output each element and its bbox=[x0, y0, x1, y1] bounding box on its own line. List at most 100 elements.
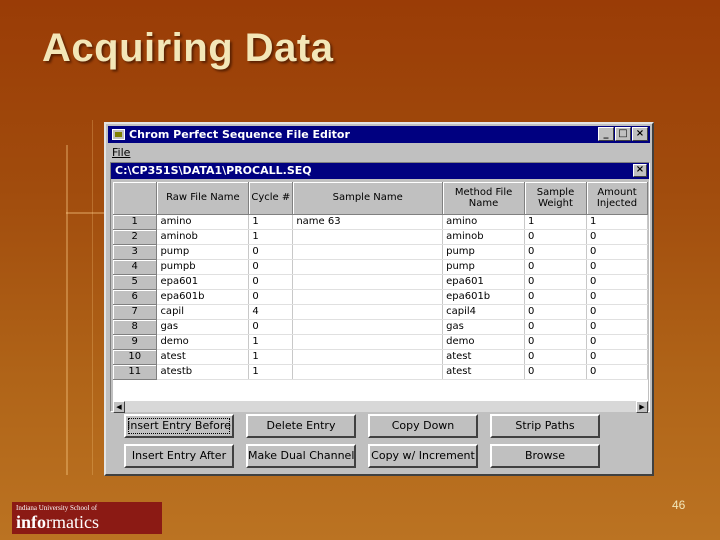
table-row[interactable]: 7 capil 4 capil4 0 0 bbox=[113, 304, 648, 320]
grid-cell[interactable]: 0 bbox=[248, 319, 294, 335]
child-close-button[interactable]: × bbox=[633, 164, 647, 177]
row-number-cell[interactable]: 5 bbox=[113, 274, 158, 290]
grid-cell[interactable]: amino bbox=[156, 214, 250, 230]
grid-cell[interactable] bbox=[292, 229, 444, 245]
row-number-cell[interactable]: 1 bbox=[113, 214, 158, 230]
column-header[interactable]: Sample Name bbox=[292, 182, 444, 215]
insert-entry-after-button[interactable]: Insert Entry After bbox=[124, 444, 234, 468]
grid-cell[interactable]: 0 bbox=[524, 334, 587, 350]
delete-entry-button[interactable]: Delete Entry bbox=[246, 414, 356, 438]
grid-cell[interactable]: atest bbox=[442, 364, 526, 380]
table-row[interactable]: 8 gas 0 gas 0 0 bbox=[113, 319, 648, 335]
close-button[interactable]: × bbox=[632, 127, 648, 141]
grid-cell[interactable]: 0 bbox=[586, 334, 648, 350]
grid-cell[interactable]: epa601b bbox=[156, 289, 250, 305]
grid-cell[interactable]: 0 bbox=[586, 319, 648, 335]
grid-cell[interactable]: 0 bbox=[524, 364, 587, 380]
row-number-cell[interactable]: 11 bbox=[113, 364, 158, 380]
grid-cell[interactable]: 0 bbox=[586, 349, 648, 365]
grid-cell[interactable]: 0 bbox=[586, 229, 648, 245]
grid-cell[interactable]: 0 bbox=[524, 319, 587, 335]
grid-cell[interactable]: 0 bbox=[524, 244, 587, 260]
grid-cell[interactable]: 1 bbox=[524, 214, 587, 230]
grid-cell[interactable]: 0 bbox=[248, 244, 294, 260]
grid-cell[interactable]: 0 bbox=[524, 259, 587, 275]
app-icon[interactable] bbox=[112, 129, 125, 140]
grid-cell[interactable]: 0 bbox=[524, 304, 587, 320]
grid-cell[interactable]: atest bbox=[442, 349, 526, 365]
grid-cell[interactable]: 1 bbox=[248, 349, 294, 365]
grid-corner-header[interactable] bbox=[113, 182, 158, 215]
table-row[interactable]: 9 demo 1 demo 0 0 bbox=[113, 334, 648, 350]
grid-cell[interactable]: 0 bbox=[586, 274, 648, 290]
grid-cell[interactable]: demo bbox=[156, 334, 250, 350]
row-number-cell[interactable]: 6 bbox=[113, 289, 158, 305]
grid-cell[interactable]: 0 bbox=[586, 289, 648, 305]
grid-cell[interactable]: pump bbox=[442, 244, 526, 260]
table-row[interactable]: 4 pumpb 0 pump 0 0 bbox=[113, 259, 648, 275]
grid-cell[interactable]: gas bbox=[442, 319, 526, 335]
maximize-button[interactable]: □ bbox=[615, 127, 631, 141]
menu-file[interactable]: File bbox=[112, 146, 130, 159]
grid-cell[interactable]: epa601 bbox=[442, 274, 526, 290]
grid-cell[interactable] bbox=[292, 304, 444, 320]
grid-cell[interactable]: capil4 bbox=[442, 304, 526, 320]
grid-cell[interactable] bbox=[292, 274, 444, 290]
copy-down-button[interactable]: Copy Down bbox=[368, 414, 478, 438]
grid-cell[interactable]: amino bbox=[442, 214, 526, 230]
table-row[interactable]: 6 epa601b 0 epa601b 0 0 bbox=[113, 289, 648, 305]
sequence-grid[interactable]: Raw File Name Cycle # Sample Name Method Fi… bbox=[113, 182, 648, 400]
row-number-cell[interactable]: 4 bbox=[113, 259, 158, 275]
table-row[interactable]: 2 aminob 1 aminob 0 0 bbox=[113, 229, 648, 245]
grid-cell[interactable] bbox=[292, 289, 444, 305]
table-row[interactable]: 5 epa601 0 epa601 0 0 bbox=[113, 274, 648, 290]
grid-cell[interactable]: 0 bbox=[248, 289, 294, 305]
column-header[interactable]: Method File Name bbox=[442, 182, 526, 215]
copy-with-increment-button[interactable]: Copy w/ Increment bbox=[368, 444, 478, 468]
grid-cell[interactable] bbox=[292, 259, 444, 275]
row-number-cell[interactable]: 8 bbox=[113, 319, 158, 335]
grid-cell[interactable]: 0 bbox=[524, 229, 587, 245]
scroll-right-icon[interactable]: ▶ bbox=[636, 401, 648, 413]
grid-cell[interactable] bbox=[292, 244, 444, 260]
table-row[interactable]: 11 atestb 1 atest 0 0 bbox=[113, 364, 648, 380]
grid-cell[interactable]: gas bbox=[156, 319, 250, 335]
grid-cell[interactable]: atestb bbox=[156, 364, 250, 380]
window-titlebar[interactable]: Chrom Perfect Sequence File Editor _ □ × bbox=[108, 126, 650, 143]
grid-cell[interactable]: 1 bbox=[248, 364, 294, 380]
grid-cell[interactable]: 1 bbox=[248, 214, 294, 230]
grid-cell[interactable]: 4 bbox=[248, 304, 294, 320]
horizontal-scrollbar[interactable]: ◀ ▶ bbox=[113, 400, 648, 413]
grid-cell[interactable]: pump bbox=[442, 259, 526, 275]
column-header[interactable]: Sample Weight bbox=[524, 182, 587, 215]
grid-cell[interactable]: 1 bbox=[248, 334, 294, 350]
minimize-button[interactable]: _ bbox=[598, 127, 614, 141]
grid-cell[interactable]: 0 bbox=[586, 304, 648, 320]
grid-cell[interactable] bbox=[292, 319, 444, 335]
grid-cell[interactable]: 1 bbox=[586, 214, 648, 230]
table-row[interactable]: 1 amino 1 name 63 amino 1 1 bbox=[113, 214, 648, 230]
column-header[interactable]: Cycle # bbox=[248, 182, 294, 215]
grid-cell[interactable]: 0 bbox=[524, 289, 587, 305]
table-row[interactable]: 10 atest 1 atest 0 0 bbox=[113, 349, 648, 365]
row-number-cell[interactable]: 3 bbox=[113, 244, 158, 260]
column-header[interactable]: Amount Injected bbox=[586, 182, 648, 215]
grid-cell[interactable] bbox=[292, 334, 444, 350]
strip-paths-button[interactable]: Strip Paths bbox=[490, 414, 600, 438]
table-row[interactable]: 3 pump 0 pump 0 0 bbox=[113, 244, 648, 260]
grid-cell[interactable]: aminob bbox=[156, 229, 250, 245]
row-number-cell[interactable]: 2 bbox=[113, 229, 158, 245]
grid-cell[interactable] bbox=[292, 349, 444, 365]
row-number-cell[interactable]: 7 bbox=[113, 304, 158, 320]
grid-cell[interactable]: atest bbox=[156, 349, 250, 365]
grid-cell[interactable]: 0 bbox=[524, 274, 587, 290]
grid-cell[interactable]: 0 bbox=[524, 349, 587, 365]
browse-button[interactable]: Browse bbox=[490, 444, 600, 468]
grid-cell[interactable]: 0 bbox=[586, 259, 648, 275]
grid-cell[interactable]: 1 bbox=[248, 229, 294, 245]
grid-cell[interactable]: name 63 bbox=[292, 214, 444, 230]
row-number-cell[interactable]: 10 bbox=[113, 349, 158, 365]
grid-cell[interactable]: 0 bbox=[586, 244, 648, 260]
make-dual-channel-button[interactable]: Make Dual Channel bbox=[246, 444, 356, 468]
grid-cell[interactable]: pumpb bbox=[156, 259, 250, 275]
